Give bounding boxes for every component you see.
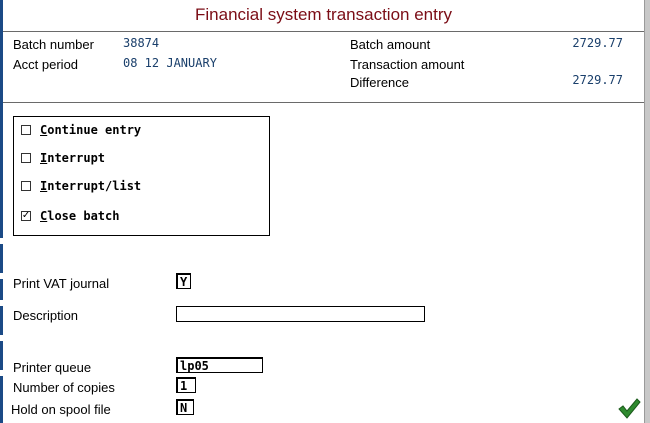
print-vat-journal-field[interactable]	[176, 273, 191, 289]
batch-number-value: 38874	[123, 36, 160, 50]
batch-amount-label: Batch amount	[350, 37, 431, 52]
printer-queue-field[interactable]	[176, 357, 263, 373]
transaction-entry-window: Financial system transaction entry Batch…	[3, 0, 644, 423]
option-continue-entry-label: Continue entry	[40, 123, 142, 137]
description-label: Description	[13, 308, 79, 323]
option-interrupt-list[interactable]: Interrupt/list	[21, 178, 141, 194]
checkbox-interrupt-list[interactable]	[21, 181, 31, 191]
checkbox-continue-entry[interactable]	[21, 125, 31, 135]
description-field[interactable]	[176, 306, 425, 322]
batch-options-group: Continue entry Interrupt Interrupt/list …	[13, 116, 270, 236]
right-window-edge	[644, 0, 650, 423]
hold-on-spool-file-label: Hold on spool file	[11, 402, 111, 417]
title-divider	[3, 31, 644, 32]
option-interrupt-list-label: Interrupt/list	[40, 179, 142, 193]
option-close-batch-label: Close batch	[40, 209, 120, 223]
option-interrupt[interactable]: Interrupt	[21, 150, 105, 166]
option-interrupt-label: Interrupt	[40, 151, 106, 165]
printer-queue-label: Printer queue	[13, 360, 92, 375]
number-of-copies-field[interactable]	[176, 377, 196, 393]
option-close-batch[interactable]: ✓ Close batch	[21, 208, 119, 224]
checkmark-icon[interactable]	[617, 396, 641, 420]
checkbox-interrupt[interactable]	[21, 153, 31, 163]
window-title: Financial system transaction entry	[195, 5, 452, 24]
option-continue-entry[interactable]: Continue entry	[21, 122, 141, 138]
batch-number-label: Batch number	[13, 37, 94, 52]
summary-divider	[3, 102, 644, 103]
batch-amount-value: 2729.77	[572, 36, 623, 50]
hold-on-spool-file-field[interactable]	[176, 399, 194, 415]
difference-label: Difference	[350, 75, 410, 90]
acct-period-value: 08 12 JANUARY	[123, 56, 217, 70]
checkbox-close-batch[interactable]: ✓	[21, 211, 31, 221]
difference-value: 2729.77	[572, 73, 623, 87]
number-of-copies-label: Number of copies	[13, 380, 115, 395]
print-vat-journal-label: Print VAT journal	[13, 276, 110, 291]
acct-period-label: Acct period	[13, 57, 79, 72]
transaction-amount-label: Transaction amount	[350, 57, 465, 72]
